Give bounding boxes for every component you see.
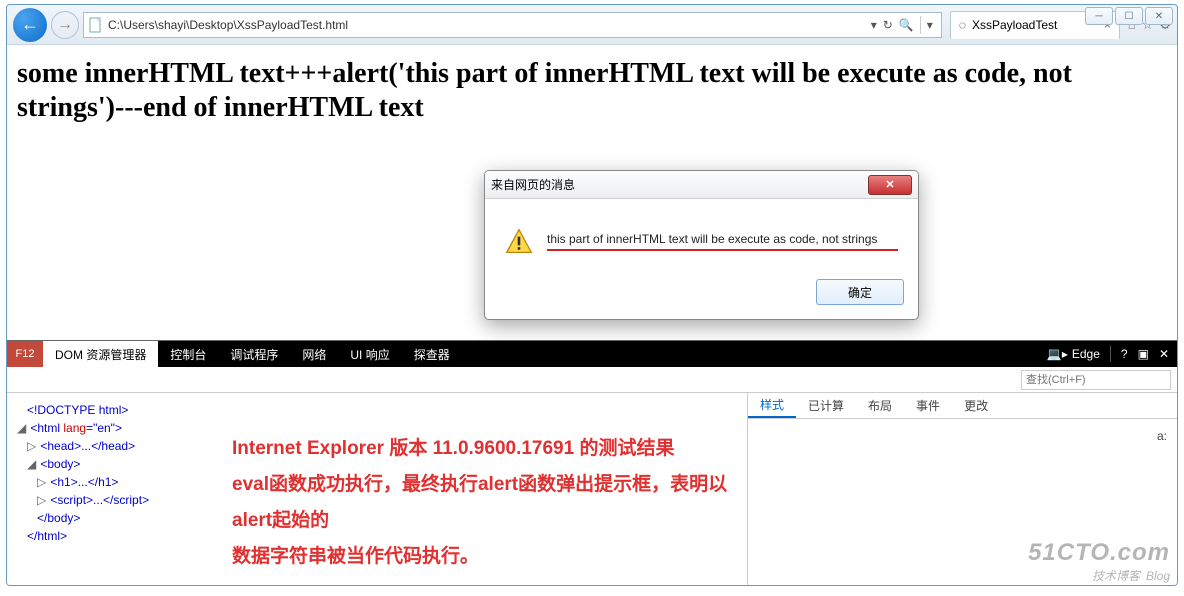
search-icon[interactable]: 🔍 [899, 18, 914, 32]
warning-icon [505, 227, 533, 255]
devtools-body: <!DOCTYPE html> ◢ <html lang="en"> ▷ <he… [7, 393, 1177, 585]
style-tab-styles[interactable]: 样式 [748, 393, 796, 418]
tab-network[interactable]: 网络 [290, 341, 338, 367]
search-dropdown-icon[interactable]: ▾ [927, 18, 933, 32]
devtools-search-input[interactable] [1021, 370, 1171, 390]
style-tab-computed[interactable]: 已计算 [796, 393, 856, 418]
dom-html-close: </html> [27, 529, 67, 543]
alert-ok-button[interactable]: 确定 [816, 279, 904, 305]
dom-h1: <h1>...</h1> [50, 475, 118, 489]
url-input[interactable] [108, 18, 867, 32]
styles-panel: 样式 已计算 布局 事件 更改 a: [747, 393, 1177, 585]
alert-title-text: 来自网页的消息 [491, 176, 575, 193]
tab-console[interactable]: 控制台 [158, 341, 218, 367]
annotation-line-3: 数据字符串被当作代码执行。 [232, 539, 747, 575]
devtools-panel: F12 DOM 资源管理器 控制台 调试程序 网络 UI 响应 探查器 💻▸ E… [7, 340, 1177, 585]
dock-icon[interactable]: ▣ [1138, 347, 1149, 361]
styles-body: a: [748, 419, 1177, 585]
dom-script: <script>...</script> [50, 493, 149, 507]
alert-titlebar[interactable]: 来自网页的消息 ✕ [485, 171, 918, 199]
dom-body-open: <body> [40, 457, 80, 471]
annotation-overlay: Internet Explorer 版本 11.0.9600.17691 的测试… [232, 431, 747, 575]
tab-spinner-icon: ◌ [959, 18, 966, 32]
dom-tree[interactable]: <!DOCTYPE html> ◢ <html lang="en"> ▷ <he… [7, 393, 747, 585]
dom-body-close: </body> [37, 511, 80, 525]
dropdown-icon[interactable]: ▾ [871, 18, 877, 32]
dom-head: <head>...</head> [40, 439, 135, 453]
navigation-bar: ← → ▾ ↻ 🔍 ▾ ◌ XssPayloadTest × ⌂ ☆ [7, 5, 1177, 45]
pseudo-state-toggle[interactable]: a: [1157, 429, 1167, 443]
emulation-target[interactable]: 💻▸ Edge [1047, 347, 1100, 361]
devtools-toolbar [7, 367, 1177, 393]
back-button[interactable]: ← [13, 8, 47, 42]
tab-ui-response[interactable]: UI 响应 [338, 341, 401, 367]
address-bar[interactable]: ▾ ↻ 🔍 ▾ [83, 12, 942, 38]
help-icon[interactable]: ? [1121, 347, 1128, 361]
dom-html-open: <html [30, 421, 63, 435]
close-button[interactable]: ✕ [1145, 7, 1173, 25]
address-actions: ▾ ↻ 🔍 ▾ [867, 16, 937, 34]
separator [920, 16, 921, 34]
f12-badge[interactable]: F12 [7, 341, 43, 367]
tab-profiler[interactable]: 探查器 [402, 341, 462, 367]
maximize-button[interactable]: ☐ [1115, 7, 1143, 25]
refresh-icon[interactable]: ↻ [883, 18, 893, 32]
annotation-line-2: eval函数成功执行，最终执行alert函数弹出提示框，表明以alert起始的 [232, 467, 747, 539]
alert-message: this part of innerHTML text will be exec… [547, 232, 898, 251]
annotation-line-1: Internet Explorer 版本 11.0.9600.17691 的测试… [232, 431, 747, 467]
page-icon [88, 17, 104, 33]
window-controls: ─ ☐ ✕ [1085, 7, 1173, 25]
tab-dom-explorer[interactable]: DOM 资源管理器 [43, 341, 158, 367]
alert-close-button[interactable]: ✕ [868, 175, 912, 195]
style-tab-layout[interactable]: 布局 [856, 393, 904, 418]
alert-footer: 确定 [485, 269, 918, 319]
alert-dialog: 来自网页的消息 ✕ this part of innerHTML text wi… [484, 170, 919, 320]
dom-doctype: <!DOCTYPE html> [27, 403, 128, 417]
tab-title: XssPayloadTest [972, 18, 1057, 32]
alert-body: this part of innerHTML text will be exec… [485, 199, 918, 269]
devtools-close-icon[interactable]: ✕ [1159, 347, 1169, 361]
separator [1110, 346, 1111, 362]
forward-button[interactable]: → [51, 11, 79, 39]
style-tab-changes[interactable]: 更改 [952, 393, 1000, 418]
minimize-button[interactable]: ─ [1085, 7, 1113, 25]
devtools-tabs: F12 DOM 资源管理器 控制台 调试程序 网络 UI 响应 探查器 💻▸ E… [7, 341, 1177, 367]
tab-debugger[interactable]: 调试程序 [218, 341, 290, 367]
style-tab-events[interactable]: 事件 [904, 393, 952, 418]
page-heading: some innerHTML text+++alert('this part o… [17, 57, 1167, 124]
devtools-right: 💻▸ Edge ? ▣ ✕ [1047, 341, 1177, 367]
styles-tabs: 样式 已计算 布局 事件 更改 [748, 393, 1177, 419]
